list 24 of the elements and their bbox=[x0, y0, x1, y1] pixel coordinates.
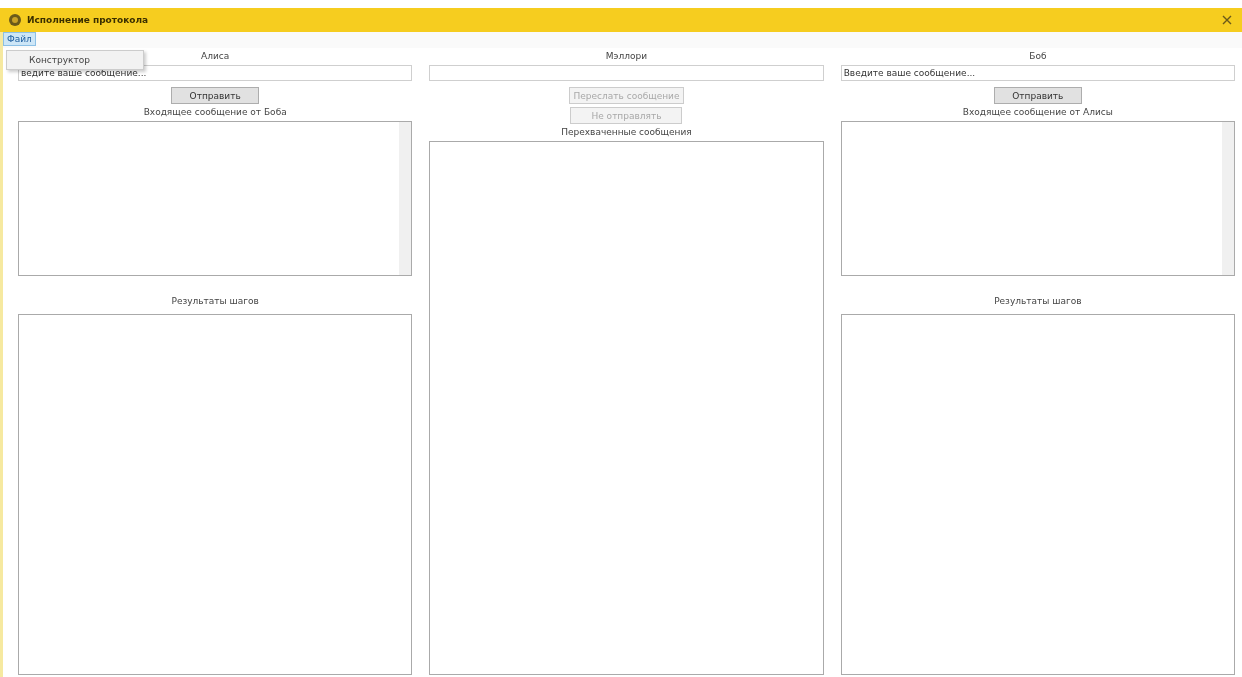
dropdown-item[interactable]: Конструктор bbox=[7, 53, 143, 67]
column-title: Боб bbox=[1029, 51, 1047, 61]
section-label: Входящее сообщение от Алисы bbox=[962, 107, 1113, 117]
message-list[interactable] bbox=[840, 121, 1235, 276]
section-label: Результаты шагов bbox=[994, 296, 1082, 306]
section-label: Входящее сообщение от Боба bbox=[143, 107, 287, 117]
message-list[interactable] bbox=[429, 141, 824, 675]
column-title: Алиса bbox=[201, 51, 230, 61]
app-icon bbox=[8, 13, 22, 27]
scrollbar[interactable] bbox=[399, 122, 412, 275]
menu-item[interactable]: Файл bbox=[3, 32, 36, 46]
action-button[interactable]: Отправить bbox=[993, 87, 1082, 104]
close-icon[interactable] bbox=[1222, 15, 1232, 25]
section-label: Перехваченные сообщения bbox=[561, 127, 692, 137]
message-list[interactable] bbox=[18, 121, 413, 276]
results-list[interactable] bbox=[840, 314, 1235, 675]
column-title: Мэллори bbox=[605, 51, 648, 61]
window-title: Исполнение протокола bbox=[27, 15, 149, 25]
action-button[interactable]: Отправить bbox=[171, 87, 260, 104]
section-label: Результаты шагов bbox=[171, 296, 259, 306]
scrollbar[interactable] bbox=[1222, 122, 1234, 275]
results-list[interactable] bbox=[18, 314, 413, 675]
message-field[interactable] bbox=[429, 65, 824, 81]
message-field[interactable]: Введите ваше сообщение... bbox=[840, 65, 1235, 81]
